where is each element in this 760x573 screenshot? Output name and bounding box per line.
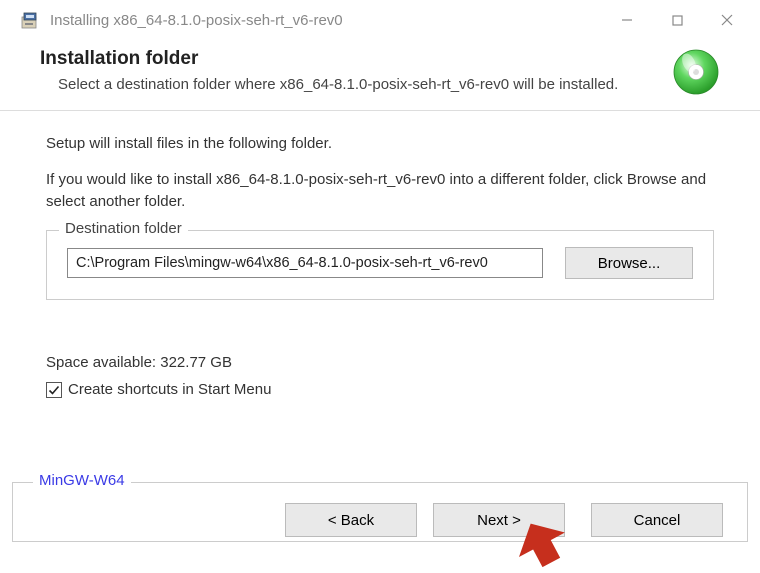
cancel-button[interactable]: Cancel [591,503,723,537]
window-title: Installing x86_64-8.1.0-posix-seh-rt_v6-… [50,12,602,29]
page-title: Installation folder [40,48,660,70]
installer-icon [20,10,40,30]
nav-buttons: < Back Next > Cancel [37,503,723,537]
intro-line-1: Setup will install files in the followin… [46,133,714,155]
maximize-button[interactable] [652,0,702,40]
intro-line-2: If you would like to install x86_64-8.1.… [46,169,714,213]
cd-icon [672,48,720,96]
space-available: Space available: 322.77 GB [46,354,714,371]
back-button[interactable]: < Back [285,503,417,537]
window-controls [602,0,752,40]
footer: MinGW-W64 < Back Next > Cancel [12,482,748,542]
shortcuts-checkbox-row[interactable]: Create shortcuts in Start Menu [46,381,714,398]
header: Installation folder Select a destination… [0,40,760,110]
header-text: Installation folder Select a destination… [40,48,660,95]
checkbox-icon[interactable] [46,382,62,398]
close-button[interactable] [702,0,752,40]
titlebar: Installing x86_64-8.1.0-posix-seh-rt_v6-… [0,0,760,40]
shortcuts-checkbox-label: Create shortcuts in Start Menu [68,381,271,398]
brand-label: MinGW-W64 [33,472,131,489]
destination-label: Destination folder [59,220,188,237]
page-subtitle: Select a destination folder where x86_64… [40,74,660,95]
next-button[interactable]: Next > [433,503,565,537]
browse-button[interactable]: Browse... [565,247,693,279]
minimize-button[interactable] [602,0,652,40]
destination-fieldset: Destination folder Browse... [46,230,714,300]
body: Setup will install files in the followin… [0,111,760,458]
destination-path-input[interactable] [67,248,543,278]
installer-window: Installing x86_64-8.1.0-posix-seh-rt_v6-… [0,0,760,542]
